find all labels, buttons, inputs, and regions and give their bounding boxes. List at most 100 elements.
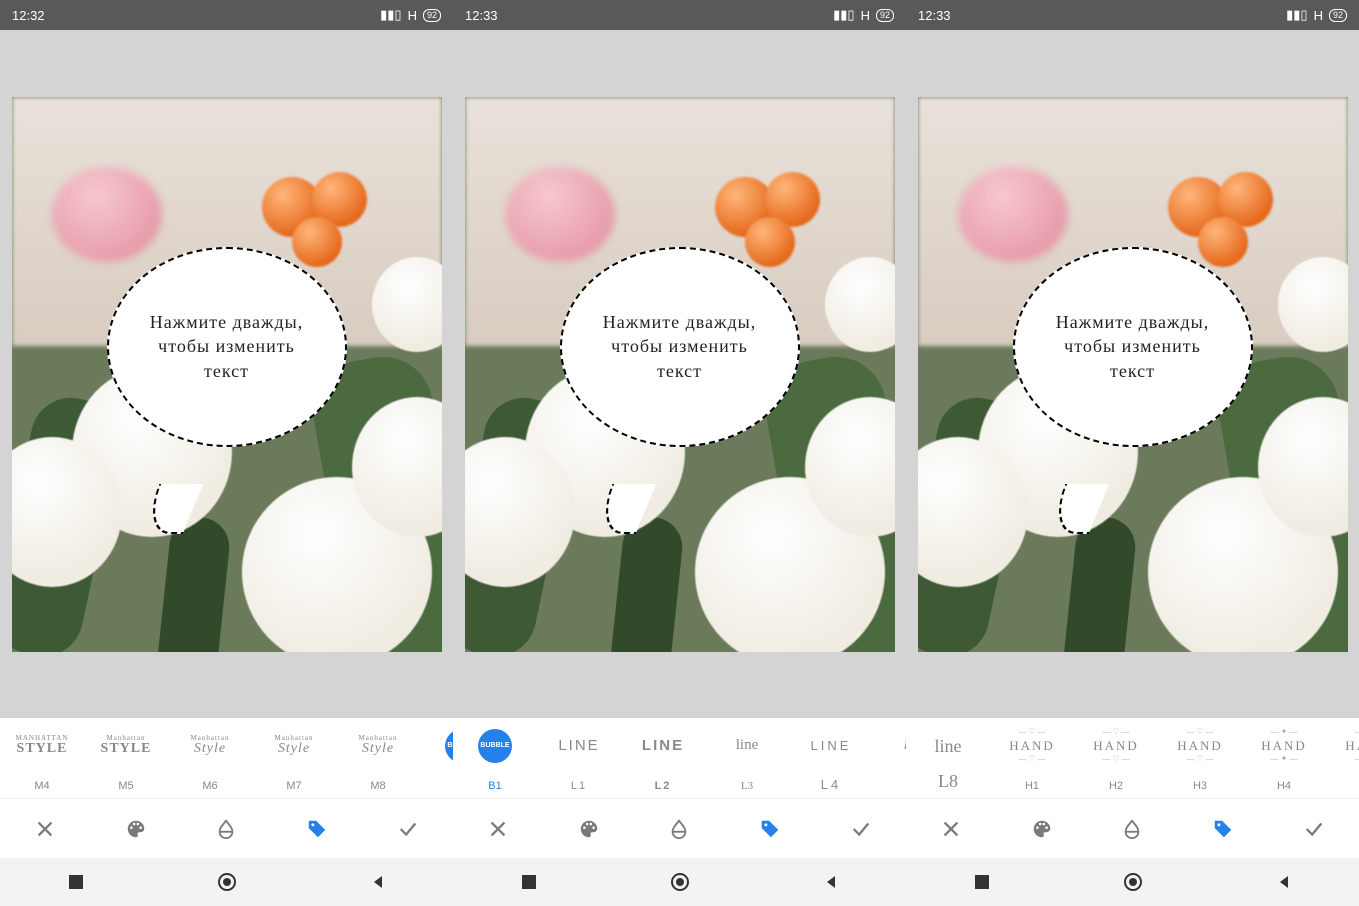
battery-level: 92 bbox=[876, 9, 894, 22]
nav-recent-button[interactable] bbox=[962, 862, 1002, 902]
canvas-area[interactable]: Нажмите дважды, чтобы изменить текст bbox=[0, 30, 453, 718]
style-thumb: ManhattanStyle bbox=[342, 726, 414, 766]
style-strip[interactable]: MANHATTANSTYLE M4 ManhattanSTYLE M5 Manh… bbox=[0, 718, 453, 798]
style-thumb: HAND bbox=[1332, 726, 1359, 766]
style-option-H3[interactable]: HAND H3 bbox=[1158, 718, 1242, 798]
style-thumb: ManhattanStyle bbox=[258, 726, 330, 766]
style-option-L4[interactable]: LINE L4 bbox=[789, 718, 873, 798]
style-option-L3[interactable]: line L3 bbox=[705, 718, 789, 798]
confirm-button[interactable] bbox=[390, 811, 426, 847]
cancel-button[interactable] bbox=[27, 811, 63, 847]
bubble-text[interactable]: Нажмите дважды, чтобы изменить текст bbox=[1056, 310, 1209, 383]
style-option-M6[interactable]: ManhattanStyle M6 bbox=[168, 718, 252, 798]
status-bar: 12:33 ▮▮▯ H 92 bbox=[453, 0, 906, 30]
style-thumb: HAND bbox=[996, 726, 1068, 766]
status-time: 12:33 bbox=[465, 8, 498, 23]
style-label: B1 bbox=[488, 780, 501, 792]
style-label: M8 bbox=[370, 780, 385, 792]
style-thumb: HAND bbox=[1248, 726, 1320, 766]
nav-back-button[interactable] bbox=[811, 862, 851, 902]
action-bar bbox=[453, 798, 906, 858]
style-label: L3 bbox=[741, 780, 753, 792]
style-option-L2[interactable]: LINE L2 bbox=[621, 718, 705, 798]
style-label: M6 bbox=[202, 780, 217, 792]
confirm-button[interactable] bbox=[843, 811, 879, 847]
status-bar: 12:33 ▮▮▯ H 92 bbox=[906, 0, 1359, 30]
speech-bubble[interactable]: Нажмите дважды, чтобы изменить текст bbox=[107, 247, 347, 457]
status-time: 12:32 bbox=[12, 8, 45, 23]
action-bar bbox=[906, 798, 1359, 858]
style-button[interactable] bbox=[1205, 811, 1241, 847]
network-type: H bbox=[861, 8, 870, 23]
style-thumb: LINE bbox=[543, 726, 615, 766]
nav-home-button[interactable] bbox=[1113, 862, 1153, 902]
style-label: M4 bbox=[34, 780, 49, 792]
status-bar: 12:32 ▮▮▯ H 92 bbox=[0, 0, 453, 30]
style-thumb: line bbox=[711, 726, 783, 766]
nav-back-button[interactable] bbox=[1264, 862, 1304, 902]
android-nav-bar bbox=[906, 858, 1359, 906]
style-thumb: BUBBLE bbox=[459, 726, 531, 766]
style-option-H5[interactable]: HAND H5 bbox=[1326, 718, 1359, 798]
nav-back-button[interactable] bbox=[358, 862, 398, 902]
signal-icon: ▮▮▯ bbox=[1286, 7, 1307, 23]
signal-icon: ▮▮▯ bbox=[380, 7, 401, 23]
style-option-M4[interactable]: MANHATTANSTYLE M4 bbox=[0, 718, 84, 798]
palette-button[interactable] bbox=[1024, 811, 1060, 847]
photo-canvas[interactable]: Нажмите дважды, чтобы изменить текст bbox=[465, 97, 895, 652]
style-thumb: line bbox=[912, 726, 984, 766]
style-thumb: ManhattanStyle bbox=[174, 726, 246, 766]
style-option-M8[interactable]: ManhattanStyle M8 bbox=[336, 718, 420, 798]
style-thumb: line bbox=[879, 726, 906, 766]
phone-screen: 12:32 ▮▮▯ H 92 bbox=[0, 0, 453, 906]
bubble-text[interactable]: Нажмите дважды, чтобы изменить текст bbox=[150, 310, 303, 383]
style-option-M7[interactable]: ManhattanStyle M7 bbox=[252, 718, 336, 798]
nav-recent-button[interactable] bbox=[509, 862, 549, 902]
style-label: M7 bbox=[286, 780, 301, 792]
speech-bubble[interactable]: Нажмите дважды, чтобы изменить текст bbox=[560, 247, 800, 457]
style-strip[interactable]: line L8 HAND H1 HAND H2 HAND H3 HAND H4 … bbox=[906, 718, 1359, 798]
palette-button[interactable] bbox=[118, 811, 154, 847]
style-option-L5[interactable]: line L5 bbox=[873, 718, 906, 798]
style-option-H2[interactable]: HAND H2 bbox=[1074, 718, 1158, 798]
canvas-area[interactable]: Нажмите дважды, чтобы изменить текст bbox=[453, 30, 906, 718]
android-nav-bar bbox=[453, 858, 906, 906]
nav-recent-button[interactable] bbox=[56, 862, 96, 902]
style-option-L1[interactable]: LINE L1 bbox=[537, 718, 621, 798]
photo-canvas[interactable]: Нажмите дважды, чтобы изменить текст bbox=[12, 97, 442, 652]
bubble-text[interactable]: Нажмите дважды, чтобы изменить текст bbox=[603, 310, 756, 383]
style-option-H4[interactable]: HAND H4 bbox=[1242, 718, 1326, 798]
phone-screen: 12:33 ▮▮▯ H 92 bbox=[906, 0, 1359, 906]
nav-home-button[interactable] bbox=[660, 862, 700, 902]
battery-level: 92 bbox=[423, 9, 441, 22]
cancel-button[interactable] bbox=[933, 811, 969, 847]
photo-canvas[interactable]: Нажмите дважды, чтобы изменить текст bbox=[918, 97, 1348, 652]
style-label: L1 bbox=[571, 780, 587, 792]
network-type: H bbox=[1314, 8, 1323, 23]
canvas-area[interactable]: Нажмите дважды, чтобы изменить текст bbox=[906, 30, 1359, 718]
cancel-button[interactable] bbox=[480, 811, 516, 847]
android-nav-bar bbox=[0, 858, 453, 906]
style-button[interactable] bbox=[299, 811, 335, 847]
style-option-L8[interactable]: line L8 bbox=[906, 718, 990, 798]
opacity-button[interactable] bbox=[208, 811, 244, 847]
opacity-button[interactable] bbox=[1114, 811, 1150, 847]
palette-button[interactable] bbox=[571, 811, 607, 847]
style-button[interactable] bbox=[752, 811, 788, 847]
network-type: H bbox=[408, 8, 417, 23]
signal-icon: ▮▮▯ bbox=[833, 7, 854, 23]
style-thumb: MANHATTANSTYLE bbox=[6, 726, 78, 766]
confirm-button[interactable] bbox=[1296, 811, 1332, 847]
style-option-M5[interactable]: ManhattanSTYLE M5 bbox=[84, 718, 168, 798]
style-option-H1[interactable]: HAND H1 bbox=[990, 718, 1074, 798]
speech-bubble[interactable]: Нажмите дважды, чтобы изменить текст bbox=[1013, 247, 1253, 457]
style-option-B1[interactable]: BUBBLE B1 bbox=[420, 718, 453, 798]
style-thumb: LINE bbox=[627, 726, 699, 766]
style-strip[interactable]: BUBBLE B1 LINE L1 LINE L2 line L3 LINE L… bbox=[453, 718, 906, 798]
opacity-button[interactable] bbox=[661, 811, 697, 847]
style-thumb: HAND bbox=[1080, 726, 1152, 766]
style-thumb: BUBBLE bbox=[426, 726, 453, 766]
nav-home-button[interactable] bbox=[207, 862, 247, 902]
style-option-B1[interactable]: BUBBLE B1 bbox=[453, 718, 537, 798]
status-time: 12:33 bbox=[918, 8, 951, 23]
